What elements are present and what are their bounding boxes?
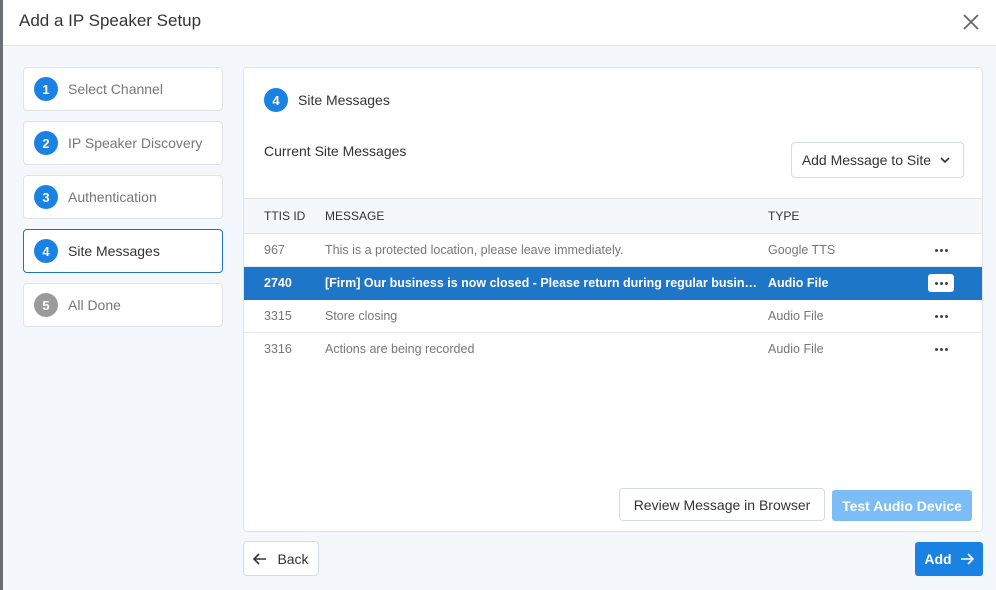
cell-message: Actions are being recorded (325, 342, 475, 357)
column-header-type[interactable]: TYPE (768, 199, 928, 234)
add-button[interactable]: Add (915, 542, 983, 576)
add-message-dropdown[interactable]: Add Message to Site (790, 142, 964, 178)
step-label: All Done (68, 297, 121, 313)
current-messages-label: Current Site Messages (264, 143, 407, 159)
close-icon[interactable] (960, 11, 982, 33)
cell-type: Audio File (768, 266, 928, 300)
step-number: 5 (34, 293, 58, 317)
arrow-right-icon (960, 553, 974, 565)
table-row-selected[interactable]: 2740 [Firm] Our business is now closed -… (244, 266, 982, 300)
test-audio-device-button[interactable]: Test Audio Device (832, 490, 972, 521)
back-label: Back (277, 550, 309, 567)
step-authentication[interactable]: 3 Authentication (23, 175, 223, 219)
panel-step-number: 4 (264, 88, 288, 112)
more-options-icon[interactable] (928, 340, 954, 358)
cell-type: Google TTS (768, 233, 928, 267)
cell-id: 3315 (244, 299, 325, 333)
panel-heading: 4 Site Messages (264, 88, 390, 112)
step-number: 3 (34, 185, 58, 209)
step-number: 1 (34, 77, 58, 101)
messages-table: TTIS ID MESSAGE TYPE 967 This is a prote… (244, 198, 982, 366)
setup-dialog: Add a IP Speaker Setup 1 Select Channel … (3, 0, 996, 590)
dialog-title: Add a IP Speaker Setup (19, 11, 202, 30)
table-header-row: TTIS ID MESSAGE TYPE (244, 198, 982, 234)
table-row[interactable]: 3315 Store closing Audio File (244, 299, 982, 333)
step-site-messages[interactable]: 4 Site Messages (23, 229, 223, 273)
cell-type: Audio File (768, 299, 928, 333)
site-messages-panel: 4 Site Messages Current Site Messages Ad… (243, 67, 983, 532)
column-header-id[interactable]: TTIS ID (244, 199, 325, 234)
step-label: IP Speaker Discovery (68, 135, 203, 151)
cell-id: 3316 (264, 342, 292, 357)
panel-title: Site Messages (298, 92, 390, 108)
cell-type: Audio File (768, 342, 824, 357)
more-options-icon[interactable] (928, 307, 954, 325)
wizard-steps: 1 Select Channel 2 IP Speaker Discovery … (23, 67, 223, 337)
table-row[interactable]: 967 This is a protected location, please… (244, 233, 982, 267)
add-label: Add (924, 551, 952, 567)
table-row[interactable]: 3316 Actions are being recorded Audio Fi… (244, 333, 982, 366)
column-header-actions (928, 199, 982, 234)
more-options-icon[interactable] (928, 241, 954, 259)
arrow-left-icon (253, 552, 267, 565)
step-ip-speaker-discovery[interactable]: 2 IP Speaker Discovery (23, 121, 223, 165)
step-select-channel[interactable]: 1 Select Channel (23, 67, 223, 111)
cell-id: 2740 (244, 266, 325, 300)
back-button[interactable]: Back (243, 541, 319, 576)
cell-id: 967 (244, 233, 325, 267)
dialog-header: Add a IP Speaker Setup (3, 0, 996, 46)
step-label: Authentication (68, 189, 157, 205)
step-number: 2 (34, 131, 58, 155)
step-label: Select Channel (68, 81, 163, 97)
more-options-icon[interactable] (928, 274, 954, 292)
step-all-done[interactable]: 5 All Done (23, 283, 223, 327)
column-header-message[interactable]: MESSAGE (325, 199, 768, 234)
cell-message: [Firm] Our business is now closed - Plea… (325, 266, 768, 300)
review-message-button[interactable]: Review Message in Browser (619, 488, 825, 521)
chevron-down-icon (940, 157, 950, 164)
step-label: Site Messages (68, 243, 160, 259)
step-number: 4 (34, 239, 58, 263)
add-message-label: Add Message to Site (801, 152, 931, 168)
cell-message: This is a protected location, please lea… (325, 233, 768, 267)
cell-message: Store closing (325, 299, 768, 333)
